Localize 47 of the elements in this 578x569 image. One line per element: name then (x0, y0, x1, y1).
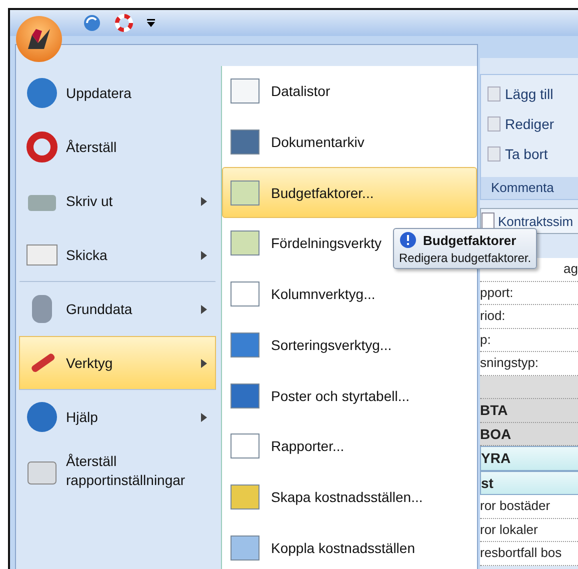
table-row: ror lokaler (480, 518, 578, 542)
submenu-arrow-icon (201, 412, 207, 422)
menu-item[interactable]: Datalistor (222, 66, 477, 117)
submenu-arrow-icon (201, 358, 207, 368)
ribbon-button[interactable]: Lägg till (481, 79, 578, 109)
submenu-arrow-icon (201, 304, 207, 314)
menu-item[interactable]: Återställ rapportinställningar (19, 444, 216, 498)
menu-item[interactable]: Skicka (19, 228, 216, 282)
submenu-arrow-icon (201, 196, 207, 206)
table-row: BTA (480, 399, 578, 422)
menu-item[interactable]: Rapporter... (222, 420, 477, 472)
info-icon (399, 231, 417, 249)
document-icon (485, 115, 503, 133)
menu-item[interactable]: Skapa kostnadsställen... (222, 472, 477, 522)
document-icon (481, 212, 495, 230)
menu-item[interactable]: Budgetfaktorer... (222, 167, 477, 218)
table-row: YRA (480, 446, 578, 470)
table-row: st (480, 470, 578, 495)
table-row: resbortfall bos (480, 542, 578, 566)
table-row: p: (480, 328, 578, 352)
menu-item[interactable]: Hjälp (19, 390, 216, 444)
logo-icon (26, 27, 52, 51)
group-label: Kommenta (481, 177, 578, 199)
menu-item[interactable]: Poster och styrtabell... (222, 370, 477, 421)
lifebuoy-icon[interactable] (114, 13, 134, 33)
table-row: pport: (480, 282, 578, 305)
menu-item[interactable]: Grunddata (19, 282, 216, 336)
menu-item[interactable]: Kolumnverktyg... (222, 268, 477, 320)
lifebuoy-icon (24, 129, 60, 165)
submenu-arrow-icon (201, 250, 207, 260)
menu-item[interactable]: Verktyg (19, 336, 216, 390)
document-icon (485, 145, 503, 163)
menu-item[interactable]: Återställ (19, 120, 216, 174)
ribbon-button[interactable]: Ta bort (481, 139, 578, 169)
menu-item[interactable]: Uppdatera (19, 66, 216, 120)
menu-item[interactable]: Dokumentarkiv (222, 116, 477, 168)
ribbon-button[interactable]: Rediger (481, 109, 578, 139)
menu-item[interactable]: Koppla kostnadsställen (222, 522, 477, 569)
tooltip-title: Budgetfaktorer (423, 232, 516, 248)
menu-item[interactable]: Skriv ut (19, 174, 216, 228)
app-menu-button[interactable] (16, 16, 62, 62)
customize-dropdown-icon[interactable] (146, 18, 156, 28)
document-icon (485, 85, 503, 103)
table-row: riod: (480, 305, 578, 328)
menu-item[interactable]: Sorteringsverktyg... (222, 320, 477, 370)
table-row: ror bostäder (480, 495, 578, 518)
table-row: BOA (480, 422, 578, 446)
